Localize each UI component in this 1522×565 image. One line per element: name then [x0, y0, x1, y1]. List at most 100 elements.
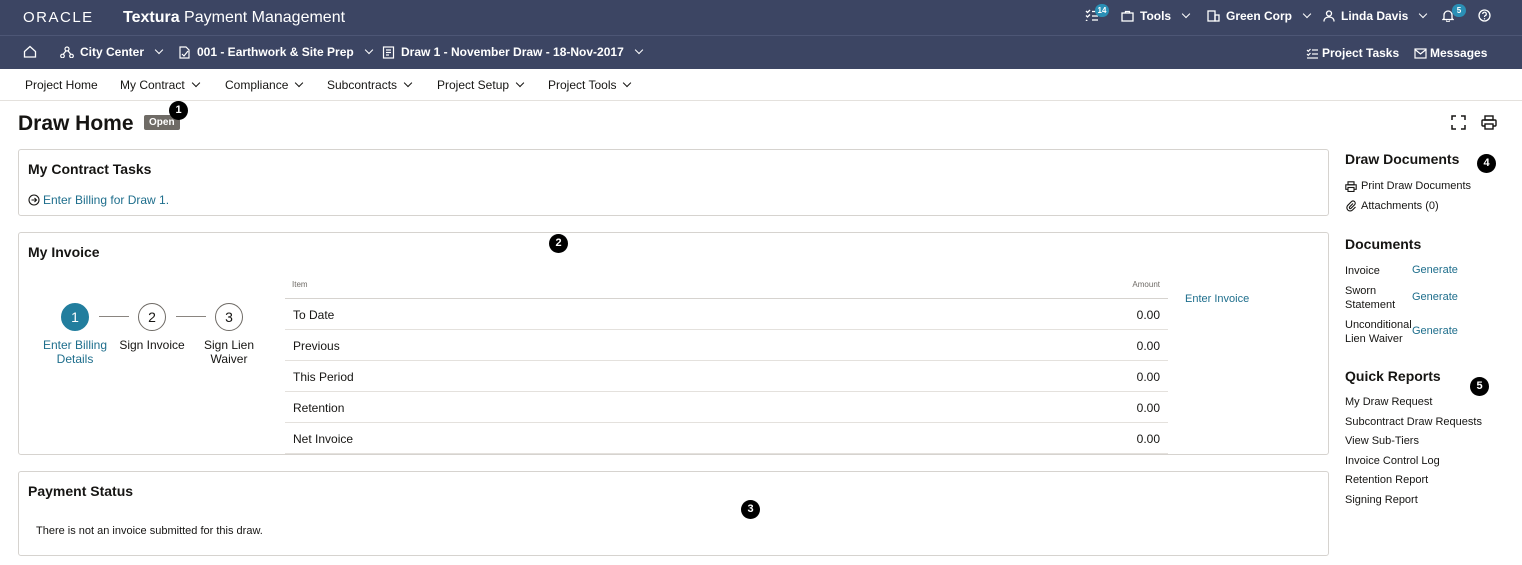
- user-name: Linda Davis: [1341, 9, 1409, 23]
- help-icon: [1478, 9, 1491, 22]
- chevron-down-icon: [1302, 9, 1312, 19]
- user-icon: [1323, 10, 1335, 22]
- user-menu[interactable]: Linda Davis: [1323, 9, 1428, 23]
- nav-label: Subcontracts: [327, 78, 398, 92]
- callout-marker-4: 4: [1477, 154, 1496, 173]
- report-subcontract-draw-requests[interactable]: Subcontract Draw Requests: [1345, 416, 1482, 428]
- project-tasks-label: Project Tasks: [1322, 46, 1400, 60]
- messages-label: Messages: [1430, 46, 1488, 60]
- nav-label: Project Home: [25, 78, 98, 92]
- attachments-link[interactable]: Attachments (0): [1345, 200, 1439, 212]
- callout-marker-1: 1: [169, 101, 188, 120]
- step-number: 3: [215, 303, 243, 331]
- messages-button[interactable]: Messages: [1414, 46, 1487, 60]
- card-title: Payment Status: [28, 483, 134, 499]
- draw-selector[interactable]: Draw 1 - November Draw - 18-Nov-2017: [382, 45, 643, 59]
- step-number: 2: [138, 303, 166, 331]
- report-view-sub-tiers[interactable]: View Sub-Tiers: [1345, 435, 1419, 447]
- tools-menu[interactable]: Tools: [1121, 9, 1191, 23]
- row-item: Previous: [293, 339, 340, 353]
- chevron-down-icon: [1181, 9, 1191, 19]
- row-amount: 0.00: [1136, 370, 1160, 384]
- generate-sworn-statement-link[interactable]: Generate: [1412, 291, 1458, 303]
- organization-label: Green Corp: [1226, 9, 1293, 23]
- paperclip-icon: [1346, 200, 1356, 212]
- print-draw-documents-label: Print Draw Documents: [1361, 180, 1472, 192]
- nav-subcontracts[interactable]: Subcontracts: [327, 78, 413, 92]
- tasks-count-badge: 14: [1095, 4, 1109, 17]
- contract-selector[interactable]: 001 - Earthwork & Site Prep: [178, 45, 373, 59]
- row-item: Net Invoice: [293, 432, 354, 446]
- project-name: City Center: [80, 45, 145, 59]
- payment-status-message: There is not an invoice submitted for th…: [36, 525, 263, 537]
- nav-label: Project Tools: [548, 78, 617, 92]
- quick-reports-title: Quick Reports: [1345, 368, 1441, 384]
- step-enter-billing[interactable]: 1 Enter Billing Details: [38, 303, 112, 366]
- table-row: Retention 0.00: [285, 392, 1168, 423]
- draw-documents-title: Draw Documents: [1345, 151, 1460, 167]
- product-name-bold: Textura: [123, 9, 180, 26]
- print-draw-documents[interactable]: Print Draw Documents: [1345, 180, 1471, 192]
- enter-billing-link[interactable]: Enter Billing for Draw 1.: [43, 193, 169, 207]
- expand-icon: [1451, 115, 1466, 130]
- document-label-lien-waiver: Unconditional Lien Waiver: [1345, 319, 1412, 345]
- table-row: Net Invoice 0.00: [285, 423, 1168, 454]
- project-tasks-button[interactable]: Project Tasks: [1306, 46, 1399, 60]
- chevron-down-icon: [623, 78, 632, 88]
- top-header: ORACLE Textura Payment Management 14 Too…: [0, 0, 1522, 35]
- contract-icon: [179, 45, 190, 59]
- generate-invoice-link[interactable]: Generate: [1412, 264, 1458, 276]
- document-label-sworn-statement: Sworn Statement: [1345, 285, 1396, 311]
- product-name-rest: Payment Management: [179, 9, 346, 26]
- enter-billing-task[interactable]: Enter Billing for Draw 1.: [28, 193, 169, 207]
- chevron-down-icon: [191, 78, 200, 88]
- print-button[interactable]: [1481, 115, 1497, 133]
- oracle-logo[interactable]: ORACLE: [23, 9, 94, 26]
- fullscreen-button[interactable]: [1451, 115, 1466, 133]
- row-item: This Period: [293, 370, 354, 384]
- step-label: Sign Lien Waiver: [203, 338, 255, 366]
- row-amount: 0.00: [1136, 401, 1160, 415]
- contract-name: 001 - Earthwork & Site Prep: [197, 45, 354, 59]
- home-icon: [23, 45, 37, 58]
- chevron-down-icon: [634, 45, 643, 55]
- row-item: Retention: [293, 401, 345, 415]
- chevron-down-icon: [515, 78, 525, 88]
- nav-project-home[interactable]: Project Home: [25, 78, 98, 92]
- chevron-down-icon: [154, 45, 164, 55]
- printer-icon: [1481, 115, 1497, 130]
- envelope-icon: [1414, 47, 1427, 59]
- document-label-invoice: Invoice: [1345, 265, 1380, 277]
- payment-status-card: Payment Status There is not an invoice s…: [18, 471, 1329, 556]
- draw-name: Draw 1 - November Draw - 18-Nov-2017: [401, 45, 624, 59]
- main-nav: Project Home My Contract Compliance Subc…: [0, 69, 1522, 101]
- report-signing-report[interactable]: Signing Report: [1345, 494, 1418, 506]
- organization-menu[interactable]: Green Corp: [1207, 9, 1312, 23]
- step-number: 1: [61, 303, 89, 331]
- help-button[interactable]: [1478, 9, 1491, 22]
- home-button[interactable]: [23, 45, 37, 58]
- project-selector[interactable]: City Center: [60, 45, 164, 59]
- callout-marker-2: 2: [549, 234, 568, 253]
- nav-project-setup[interactable]: Project Setup: [437, 78, 525, 92]
- report-invoice-control-log[interactable]: Invoice Control Log: [1345, 455, 1440, 467]
- report-my-draw-request[interactable]: My Draw Request: [1345, 396, 1432, 408]
- project-icon: [60, 46, 74, 58]
- nav-label: My Contract: [120, 78, 185, 92]
- step-label[interactable]: Enter Billing Details: [38, 338, 112, 366]
- context-bar: City Center 001 - Earthwork & Site Prep …: [0, 35, 1522, 69]
- step-sign-lien-waiver: 3 Sign Lien Waiver: [199, 303, 259, 366]
- report-retention-report[interactable]: Retention Report: [1345, 474, 1428, 486]
- building-icon: [1207, 10, 1220, 22]
- generate-lien-waiver-link[interactable]: Generate: [1412, 325, 1458, 337]
- nav-label: Project Setup: [437, 78, 510, 92]
- column-header-item: Item: [292, 280, 308, 289]
- nav-project-tools[interactable]: Project Tools: [548, 78, 632, 92]
- enter-invoice-link[interactable]: Enter Invoice: [1185, 293, 1249, 305]
- briefcase-icon: [1121, 10, 1134, 22]
- nav-my-contract[interactable]: My Contract: [120, 78, 200, 92]
- card-title: My Contract Tasks: [28, 161, 152, 177]
- nav-compliance[interactable]: Compliance: [225, 78, 304, 92]
- arrow-circle-right-icon: [28, 194, 40, 206]
- task-list-icon: [1306, 48, 1318, 59]
